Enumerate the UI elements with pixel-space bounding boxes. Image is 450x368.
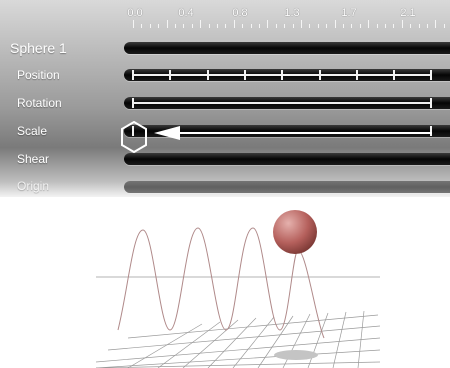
object-track[interactable] bbox=[124, 42, 450, 54]
position-track[interactable] bbox=[124, 69, 450, 81]
position-keyframe[interactable] bbox=[281, 70, 284, 80]
drag-arrow-line bbox=[162, 132, 432, 134]
ruler-tick bbox=[418, 24, 420, 28]
rotation-key-start[interactable] bbox=[132, 98, 134, 108]
ruler-tick bbox=[368, 20, 370, 28]
ruler-tick bbox=[317, 24, 319, 28]
ruler-tick bbox=[175, 24, 176, 28]
ruler-tick bbox=[301, 20, 302, 28]
ruler-tick bbox=[343, 24, 344, 28]
ruler-tick bbox=[385, 24, 386, 28]
sphere-shadow bbox=[274, 350, 318, 360]
rotation-track[interactable] bbox=[124, 97, 450, 109]
ruler-tick bbox=[326, 24, 328, 28]
ruler-tick bbox=[393, 24, 395, 28]
ruler-tick bbox=[275, 24, 277, 28]
sphere-object[interactable] bbox=[273, 210, 317, 254]
ruler-tick bbox=[259, 24, 260, 28]
object-label[interactable]: Sphere 1 bbox=[10, 40, 67, 56]
ruler-tick bbox=[166, 20, 168, 28]
ruler-tick bbox=[233, 20, 235, 28]
prop-label-rotation[interactable]: Rotation bbox=[17, 96, 62, 110]
ruler-tick bbox=[149, 24, 151, 28]
position-keyframe[interactable] bbox=[169, 70, 172, 80]
ruler-tick bbox=[351, 24, 353, 28]
ruler-label-3: 1.3 bbox=[284, 7, 300, 19]
rotation-key-end[interactable] bbox=[430, 98, 432, 108]
position-keyframe[interactable] bbox=[393, 70, 396, 80]
prop-label-position[interactable]: Position bbox=[17, 68, 60, 82]
ruler-tick bbox=[435, 20, 437, 28]
ruler-tick bbox=[191, 24, 193, 28]
prop-label-origin[interactable]: Origin bbox=[17, 179, 49, 193]
shear-track[interactable] bbox=[124, 153, 450, 165]
origin-track[interactable] bbox=[124, 181, 450, 193]
ruler-tick bbox=[141, 24, 143, 28]
playhead-hexagon-icon[interactable] bbox=[120, 121, 148, 153]
ruler-label-5: 2.1 bbox=[400, 7, 416, 19]
ruler-label-4: 1.7 bbox=[341, 7, 357, 19]
ruler-tick bbox=[410, 24, 412, 28]
position-keyframe[interactable] bbox=[318, 70, 321, 80]
ruler-tick bbox=[200, 20, 202, 28]
ruler-label-0: 0.0 bbox=[127, 7, 143, 19]
ruler-tick bbox=[217, 24, 218, 28]
ruler-tick bbox=[427, 24, 428, 28]
timeline-panel: 0.0 0.4 0.8 1.3 1.7 2.1 Sphere 1 Positio… bbox=[0, 0, 450, 197]
ruler-tick bbox=[401, 20, 403, 28]
ruler-tick bbox=[359, 24, 361, 28]
position-keyframe[interactable] bbox=[206, 70, 209, 80]
ruler-tick bbox=[208, 24, 210, 28]
ruler-tick bbox=[250, 24, 252, 28]
ruler-tick bbox=[225, 24, 227, 28]
position-keyframe[interactable] bbox=[355, 70, 358, 80]
3d-viewport[interactable] bbox=[88, 210, 388, 368]
ruler-tick bbox=[284, 24, 286, 28]
scale-key-end[interactable] bbox=[430, 126, 432, 136]
ruler-tick bbox=[309, 24, 311, 28]
ruler-tick bbox=[242, 24, 244, 28]
ruler-tick bbox=[158, 24, 160, 28]
ruler-tick bbox=[183, 24, 185, 28]
prop-label-shear[interactable]: Shear bbox=[17, 152, 49, 166]
position-keyframe[interactable] bbox=[243, 70, 246, 80]
ground-grid bbox=[95, 276, 381, 368]
time-ruler[interactable]: 0.0 0.4 0.8 1.3 1.7 2.1 bbox=[118, 0, 450, 30]
ruler-tick bbox=[334, 20, 336, 28]
position-keyframe[interactable] bbox=[132, 70, 134, 80]
ruler-label-1: 0.4 bbox=[178, 7, 194, 19]
rotation-keyline bbox=[132, 102, 432, 104]
ruler-tick bbox=[376, 24, 378, 28]
ruler-tick bbox=[267, 20, 269, 28]
ruler-tick bbox=[133, 20, 134, 28]
prop-label-scale[interactable]: Scale bbox=[17, 124, 47, 138]
position-keyframe[interactable] bbox=[430, 70, 433, 80]
ruler-tick bbox=[443, 24, 445, 28]
ruler-label-2: 0.8 bbox=[232, 7, 248, 19]
ruler-tick bbox=[292, 24, 294, 28]
